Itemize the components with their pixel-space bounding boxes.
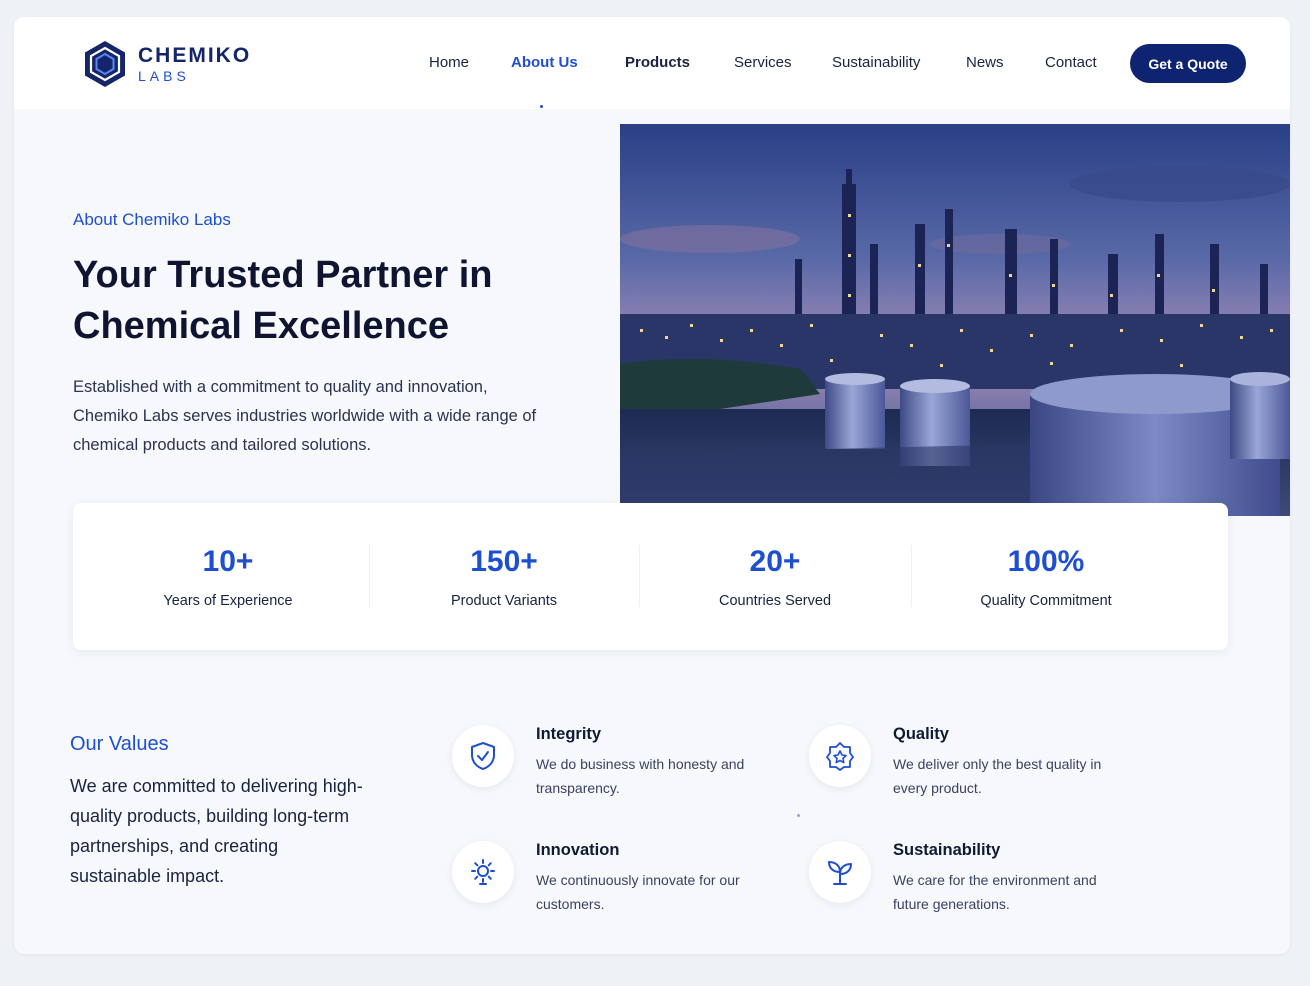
stat-value: 100% bbox=[1007, 545, 1085, 578]
quality-badge-icon bbox=[826, 742, 854, 771]
value-card-integrity: Integrity We do business with honesty an… bbox=[452, 725, 772, 815]
stat-label: Product Variants bbox=[450, 593, 558, 609]
nav-home[interactable]: Home bbox=[429, 54, 469, 71]
stat-divider bbox=[639, 545, 640, 607]
value-card-sustainability: Sustainability We care for the environme… bbox=[809, 841, 1129, 931]
value-title: Sustainability bbox=[893, 841, 1001, 859]
get-a-quote-button[interactable]: Get a Quote bbox=[1130, 44, 1246, 83]
stat-label: Quality Commitment bbox=[980, 593, 1112, 609]
value-title: Quality bbox=[893, 725, 949, 743]
value-title: Innovation bbox=[536, 841, 620, 859]
sprout-icon bbox=[828, 861, 852, 885]
stat-divider bbox=[369, 545, 370, 607]
hero-description: Established with a commitment to quality… bbox=[73, 378, 537, 454]
nav-products[interactable]: Products bbox=[625, 54, 690, 71]
nav-services[interactable]: Services bbox=[734, 54, 792, 71]
active-nav-indicator bbox=[540, 105, 543, 108]
value-description: We continuously innovate for our custome… bbox=[536, 872, 740, 912]
values-description: We are committed to delivering high-qual… bbox=[70, 776, 363, 886]
value-card-innovation: Innovation We continuously innovate for … bbox=[452, 841, 772, 931]
site-header: CHEMIKO LABS Home About Us Products Serv… bbox=[14, 17, 1290, 109]
main-nav: Home About Us Products Services Sustaina… bbox=[14, 17, 1290, 109]
innovation-gear-icon bbox=[471, 859, 495, 885]
nav-news[interactable]: News bbox=[966, 54, 1004, 71]
stat-divider bbox=[911, 545, 912, 607]
stat-label: Years of Experience bbox=[163, 593, 293, 609]
value-description: We deliver only the best quality in ever… bbox=[893, 756, 1102, 796]
value-icon-wrap bbox=[452, 841, 514, 903]
page-title: Your Trusted Partner in Chemical Excelle… bbox=[73, 254, 493, 347]
nav-about-us[interactable]: About Us bbox=[511, 54, 578, 71]
value-icon-wrap bbox=[809, 725, 871, 787]
values-heading: Our Values bbox=[70, 733, 169, 755]
stat-countries-served: 20+ Countries Served bbox=[650, 503, 900, 650]
stat-quality-commitment: 100% Quality Commitment bbox=[921, 503, 1171, 650]
shield-check-icon bbox=[471, 742, 495, 770]
stat-product-variants: 150+ Product Variants bbox=[379, 503, 629, 650]
hero-image-chemical-plant bbox=[620, 124, 1290, 516]
stat-value: 10+ bbox=[202, 545, 254, 578]
section-eyebrow: About Chemiko Labs bbox=[73, 210, 231, 229]
value-card-quality: Quality We deliver only the best quality… bbox=[809, 725, 1129, 815]
value-title: Integrity bbox=[536, 725, 602, 743]
page: CHEMIKO LABS Home About Us Products Serv… bbox=[14, 17, 1290, 954]
stat-value: 20+ bbox=[749, 545, 801, 578]
value-description: We care for the environment and future g… bbox=[893, 872, 1097, 912]
stat-years-experience: 10+ Years of Experience bbox=[103, 503, 353, 650]
decorative-dot bbox=[797, 814, 800, 817]
value-icon-wrap bbox=[452, 725, 514, 787]
nav-contact[interactable]: Contact bbox=[1045, 54, 1097, 71]
stats-panel: 10+ Years of Experience 150+ Product Var… bbox=[73, 503, 1228, 650]
stat-label: Countries Served bbox=[718, 593, 832, 609]
value-description: We do business with honesty and transpar… bbox=[536, 756, 745, 796]
nav-sustainability[interactable]: Sustainability bbox=[832, 54, 920, 71]
value-icon-wrap bbox=[809, 841, 871, 903]
stat-value: 150+ bbox=[470, 545, 538, 578]
